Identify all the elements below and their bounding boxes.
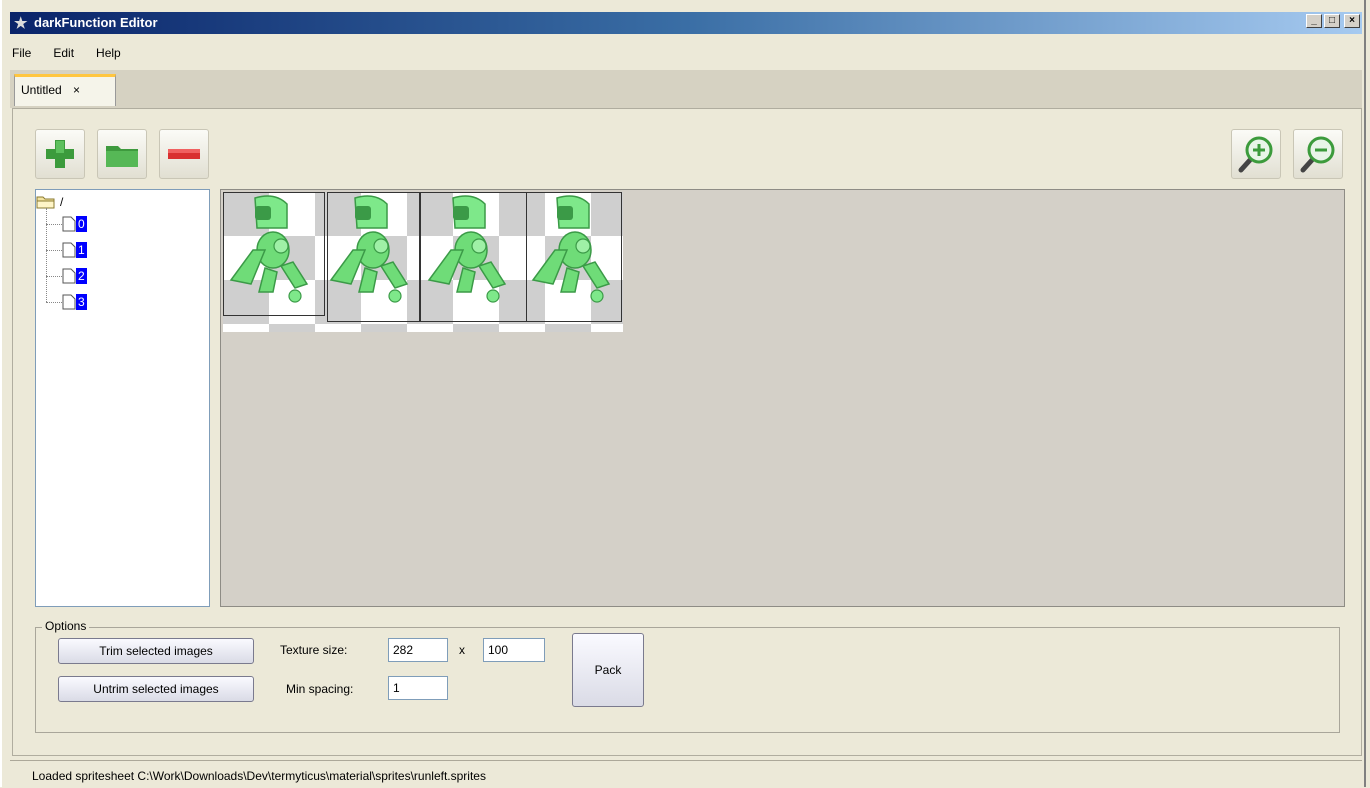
app-window: ★ darkFunction Editor _ □ × File Edit He…: [0, 0, 1366, 787]
texture-size-label: Texture size:: [280, 643, 348, 657]
tree-item-2[interactable]: 2: [46, 268, 87, 284]
pack-button[interactable]: Pack: [572, 633, 644, 707]
tab-strip: Untitled ×: [10, 70, 1362, 108]
title-bar[interactable]: ★ darkFunction Editor _ □ ×: [10, 12, 1362, 34]
texture-height-input[interactable]: [483, 638, 545, 662]
folder-icon: [106, 146, 138, 167]
options-group: Options Trim selected images Untrim sele…: [35, 619, 1340, 733]
tree-item-label: 2: [76, 268, 87, 284]
options-legend: Options: [42, 619, 90, 633]
plus-icon: [46, 140, 74, 168]
remove-button[interactable]: [159, 129, 209, 179]
main-panel: / 0 1 2 3 Options Trim selected images U…: [12, 108, 1362, 756]
status-bar: Loaded spritesheet C:\Work\Downloads\Dev…: [10, 760, 1362, 788]
file-icon: [62, 268, 76, 284]
tree-item-label: 0: [76, 216, 87, 232]
add-image-button[interactable]: [35, 129, 85, 179]
menu-file[interactable]: File: [10, 42, 33, 64]
tree-item-label: 1: [76, 242, 87, 258]
untrim-button[interactable]: Untrim selected images: [58, 676, 254, 702]
app-logo-icon: ★: [14, 15, 28, 32]
zoom-in-button[interactable]: [1231, 129, 1281, 179]
min-spacing-label: Min spacing:: [286, 682, 354, 696]
status-text: Loaded spritesheet C:\Work\Downloads\Dev…: [32, 769, 486, 783]
tree-item-label: 3: [76, 294, 87, 310]
tree-root[interactable]: /: [36, 195, 63, 209]
tab-label: Untitled: [21, 83, 62, 97]
spritesheet-canvas[interactable]: [220, 189, 1345, 607]
zoom-in-icon: [1238, 136, 1273, 173]
window-controls: _ □ ×: [1306, 14, 1360, 28]
sprite-tree[interactable]: / 0 1 2 3: [35, 189, 210, 607]
folder-open-icon: [36, 196, 55, 209]
minimize-button[interactable]: _: [1306, 14, 1322, 28]
tree-item-0[interactable]: 0: [46, 216, 87, 232]
sprite-frame-3[interactable]: [526, 192, 622, 322]
file-icon: [62, 242, 76, 258]
tree-item-3[interactable]: 3: [46, 294, 87, 310]
menu-edit[interactable]: Edit: [51, 42, 76, 64]
tab-close-icon[interactable]: ×: [73, 83, 80, 97]
texture-width-input[interactable]: [388, 638, 448, 662]
texture-size-separator: x: [459, 643, 465, 657]
maximize-button[interactable]: □: [1324, 14, 1340, 28]
window-title: darkFunction Editor: [34, 15, 158, 30]
sprite-frame-0[interactable]: [223, 192, 325, 316]
zoom-out-icon: [1300, 136, 1335, 173]
close-button[interactable]: ×: [1344, 14, 1360, 28]
tree-root-label: /: [60, 195, 64, 209]
trim-button[interactable]: Trim selected images: [58, 638, 254, 664]
min-spacing-input[interactable]: [388, 676, 448, 700]
add-folder-button[interactable]: [97, 129, 147, 179]
tab-untitled[interactable]: Untitled ×: [14, 74, 116, 106]
zoom-out-button[interactable]: [1293, 129, 1343, 179]
sprite-frame-1[interactable]: [327, 192, 421, 322]
minus-icon: [168, 149, 200, 159]
file-icon: [62, 216, 76, 232]
tree-item-1[interactable]: 1: [46, 242, 87, 258]
menu-bar: File Edit Help: [10, 42, 123, 64]
menu-help[interactable]: Help: [94, 42, 123, 64]
sprite-frame-2[interactable]: [419, 192, 527, 322]
file-icon: [62, 294, 76, 310]
